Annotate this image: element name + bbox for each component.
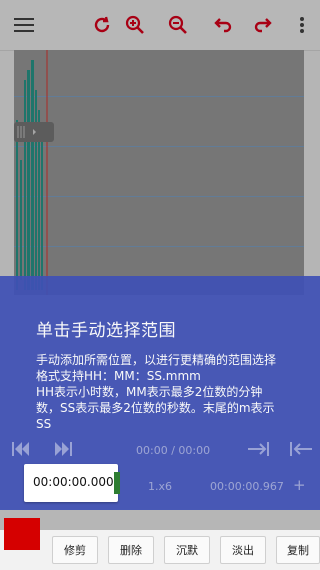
skip-end-icon[interactable] [54, 442, 72, 459]
playback-position: 00:00 / 00:00 [136, 444, 211, 457]
fade-out-button[interactable]: 淡出 [220, 536, 266, 564]
start-time-value: 00:00:00.000 [33, 475, 114, 489]
tutorial-line: HH表示小时数，MM表示最多2位数的分钟 [36, 385, 263, 399]
tutorial-line: 数，SS表示最多2位数的秒数。末尾的m表示 [36, 401, 275, 415]
start-time-input[interactable]: 00:00:00.000 [24, 464, 118, 502]
jump-end-icon[interactable] [248, 442, 270, 459]
delete-button[interactable]: 删除 [108, 536, 154, 564]
speed-value: 1.x6 [148, 480, 173, 493]
add-end-icon[interactable]: + [293, 476, 306, 494]
tutorial-line: 格式支持HH：MM：SS.mmm [36, 369, 201, 383]
tutorial-description: 手动添加所需位置，以进行更精确的范围选择 格式支持HH：MM：SS.mmm HH… [36, 352, 291, 432]
trim-button[interactable]: 修剪 [52, 536, 98, 564]
action-bar [0, 530, 320, 570]
tutorial-title: 单击手动选择范围 [36, 321, 176, 341]
jump-start-icon[interactable] [290, 442, 312, 459]
play-button[interactable] [4, 518, 40, 550]
end-time-value[interactable]: 00:00:00.967 [210, 480, 284, 493]
time-increment-handle[interactable] [114, 472, 120, 494]
copy-button[interactable]: 复制 [276, 536, 320, 564]
tutorial-line: 手动添加所需位置，以进行更精确的范围选择 [36, 353, 277, 367]
silence-button[interactable]: 沉默 [164, 536, 210, 564]
skip-start-icon[interactable] [12, 442, 30, 459]
tutorial-line: SS [36, 417, 52, 431]
